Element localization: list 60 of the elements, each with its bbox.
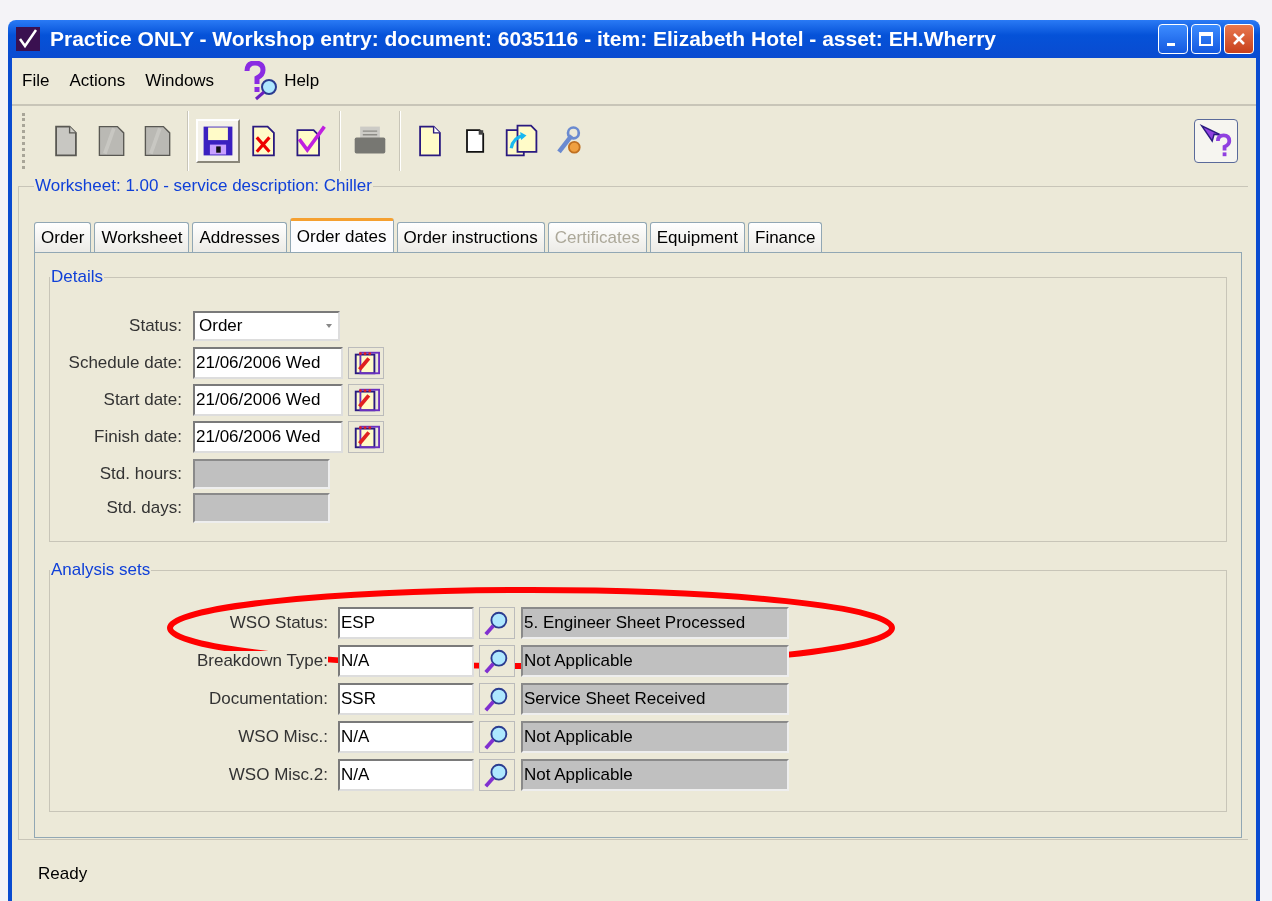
tab[interactable]: Order bbox=[34, 222, 92, 252]
tab[interactable]: Order instructions bbox=[396, 222, 545, 252]
group-title: Worksheet: 1.00 - service description: Chiller bbox=[34, 176, 373, 196]
close-button[interactable] bbox=[1224, 24, 1254, 54]
menu-item[interactable]: File bbox=[22, 71, 50, 91]
maximize-button[interactable] bbox=[1191, 24, 1221, 54]
date-field[interactable]: 21/06/2006 Wed bbox=[193, 347, 343, 379]
maximize-icon bbox=[1196, 29, 1216, 49]
field-label: Start date: bbox=[103, 390, 182, 409]
calendar-button[interactable] bbox=[348, 347, 384, 379]
group-title: Analysis sets bbox=[50, 560, 152, 580]
tab[interactable]: Order dates bbox=[289, 218, 394, 252]
menu-item[interactable]: Windows bbox=[145, 71, 215, 91]
search-button[interactable] bbox=[479, 607, 515, 639]
documents-arrow-icon bbox=[504, 123, 540, 159]
group-title: Details bbox=[50, 267, 104, 287]
menu-item[interactable]: Actions bbox=[69, 71, 126, 91]
menu-item[interactable]: Help bbox=[284, 71, 320, 91]
search-button[interactable] bbox=[479, 645, 515, 677]
code-field[interactable]: N/A bbox=[338, 721, 474, 753]
field-label: Status: bbox=[129, 316, 182, 335]
description-field: Not Applicable bbox=[521, 721, 789, 753]
field-label: Breakdown Type: bbox=[196, 651, 328, 670]
calendar-icon bbox=[352, 386, 380, 414]
readonly-field[interactable] bbox=[193, 459, 330, 489]
description-field: Not Applicable bbox=[521, 645, 789, 677]
search-button[interactable] bbox=[479, 683, 515, 715]
calendar-button[interactable] bbox=[348, 384, 384, 416]
minimize-button[interactable] bbox=[1158, 24, 1188, 54]
field-label: Std. days: bbox=[106, 498, 182, 517]
description-field: 5. Engineer Sheet Processed bbox=[521, 607, 789, 639]
field-label: Finish date: bbox=[94, 427, 182, 446]
toolbar-button[interactable] bbox=[196, 119, 240, 163]
field-label: Std. hours: bbox=[99, 464, 182, 483]
code-field[interactable]: N/A bbox=[338, 759, 474, 791]
tab[interactable]: Equipment bbox=[649, 222, 745, 252]
description-field: Not Applicable bbox=[521, 759, 789, 791]
date-field[interactable]: 21/06/2006 Wed bbox=[193, 421, 343, 453]
calendar-button[interactable] bbox=[348, 421, 384, 453]
readonly-field[interactable] bbox=[193, 493, 330, 523]
code-field[interactable]: N/A bbox=[338, 645, 474, 677]
status-text: Ready bbox=[38, 864, 89, 884]
tab[interactable]: Addresses bbox=[192, 222, 287, 252]
toolbar-gripper[interactable] bbox=[22, 113, 28, 169]
field-label: Schedule date: bbox=[68, 353, 182, 372]
tab[interactable]: Finance bbox=[748, 222, 823, 252]
checkmark-icon bbox=[16, 27, 40, 51]
date-field[interactable]: 21/06/2006 Wed bbox=[193, 384, 343, 416]
code-field[interactable]: SSR bbox=[338, 683, 474, 715]
calendar-icon bbox=[352, 349, 380, 377]
calendar-icon bbox=[352, 423, 380, 451]
window-title: Practice ONLY - Workshop entry: document: 6035116 - item: Elizabeth Hotel - asset: EH.Wherry bbox=[50, 27, 997, 51]
code-field[interactable]: ESP bbox=[338, 607, 474, 639]
status-dropdown[interactable]: Order bbox=[193, 311, 340, 341]
description-field: Service Sheet Received bbox=[521, 683, 789, 715]
search-button[interactable] bbox=[479, 759, 515, 791]
tab[interactable]: Worksheet bbox=[94, 222, 190, 252]
minimize-icon bbox=[1167, 42, 1175, 46]
search-button[interactable] bbox=[479, 721, 515, 753]
context-help-button[interactable] bbox=[1194, 119, 1238, 163]
